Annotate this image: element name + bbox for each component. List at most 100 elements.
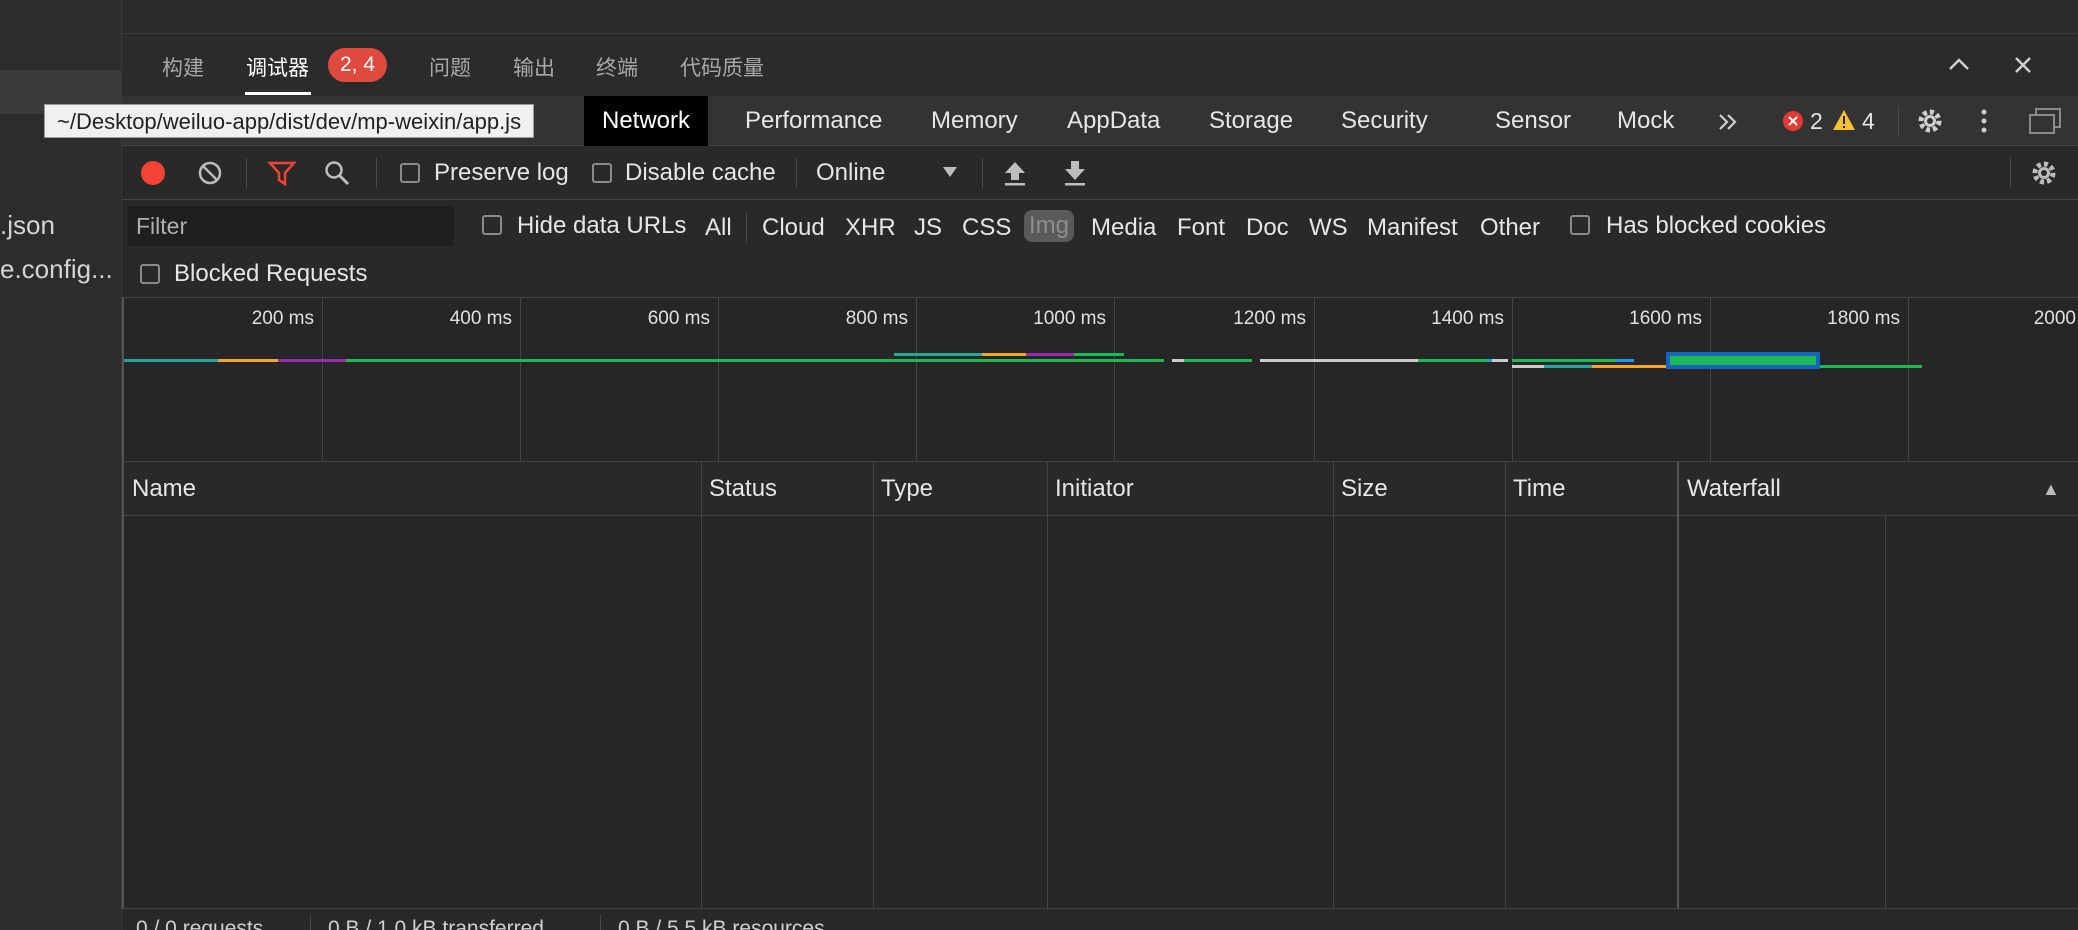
warning-icon[interactable] (1832, 109, 1856, 131)
filter-type-doc[interactable]: Doc (1246, 214, 1289, 242)
timeline-request-bars (124, 352, 1922, 369)
gear-icon[interactable] (1916, 107, 1944, 135)
filter-type-all[interactable]: All (705, 214, 732, 242)
has-blocked-cookies-checkbox[interactable] (1570, 215, 1590, 235)
column-header-waterfall[interactable]: Waterfall (1679, 462, 1781, 516)
tab-debugger[interactable]: 调试器 (246, 52, 309, 82)
timeline-tick-label: 600 ms (647, 308, 710, 329)
record-icon[interactable] (140, 160, 166, 186)
dropdown-arrow-icon[interactable] (942, 166, 958, 178)
column-header-status[interactable]: Status (701, 462, 777, 516)
resources-size: 0 B / 5.5 kB resources (618, 917, 825, 930)
timeline-gridline (718, 298, 719, 461)
column-header-time[interactable]: Time (1505, 462, 1565, 516)
tab-output[interactable]: 输出 (513, 52, 555, 82)
timeline-gridline (322, 298, 323, 461)
transferred-size: 0 B / 1.0 kB transferred (328, 917, 544, 930)
disable-cache-checkbox[interactable] (592, 163, 612, 183)
hide-data-urls-label[interactable]: Hide data URLs (517, 212, 686, 240)
timeline-tick-label: 2000 (2033, 308, 2076, 329)
divider (600, 915, 601, 930)
has-blocked-cookies-label[interactable]: Has blocked cookies (1606, 212, 1826, 240)
undock-icon[interactable] (2028, 107, 2062, 135)
kebab-menu-icon[interactable] (1978, 107, 1990, 135)
filter-type-img[interactable]: Img (1024, 210, 1075, 242)
chevron-up-icon[interactable] (1942, 48, 1976, 82)
bottom-panel-tabs: 构建 调试器 2, 4 问题 输出 终端 代码质量 (122, 34, 2078, 96)
timeline-tick-label: 800 ms (845, 308, 908, 329)
preserve-log-checkbox[interactable] (400, 163, 420, 183)
filter-bar: Hide data URLs All Cloud XHR JS CSS Img … (122, 200, 2078, 298)
tab-appdata[interactable]: AppData (1067, 96, 1160, 146)
file-tree-item[interactable]: e.config... (0, 254, 113, 285)
timeline-gridline (1114, 298, 1115, 461)
blocked-requests-checkbox[interactable] (140, 264, 160, 284)
timeline-tick-label: 200 ms (251, 308, 314, 329)
filter-type-ws[interactable]: WS (1309, 214, 1348, 242)
network-settings-icon[interactable] (2030, 159, 2058, 187)
clear-icon[interactable] (197, 160, 223, 186)
tab-network[interactable]: Network (584, 96, 709, 146)
tab-performance[interactable]: Performance (745, 96, 882, 146)
preserve-log-label[interactable]: Preserve log (434, 159, 569, 187)
divider (246, 158, 247, 188)
column-divider[interactable] (1505, 462, 1506, 908)
divider (376, 158, 377, 188)
timeline-tick-label: 1400 ms (1431, 308, 1504, 329)
column-divider[interactable] (1047, 462, 1048, 908)
file-tree-item[interactable]: .json (0, 210, 55, 241)
import-har-icon[interactable] (1004, 160, 1026, 186)
debugger-badge: 2, 4 (328, 48, 388, 82)
column-divider[interactable] (873, 462, 874, 908)
tab-build[interactable]: 构建 (162, 52, 204, 82)
filter-type-xhr[interactable]: XHR (845, 214, 896, 242)
error-icon[interactable] (1782, 110, 1804, 132)
column-header-type[interactable]: Type (873, 462, 933, 516)
sort-ascending-icon[interactable]: ▲ (2034, 462, 2060, 516)
filter-type-js[interactable]: JS (914, 214, 942, 242)
requests-table: Name Status Type Initiator Size Time Wat… (122, 462, 2078, 908)
column-header-initiator[interactable]: Initiator (1047, 462, 1134, 516)
filter-type-cloud[interactable]: Cloud (762, 214, 825, 242)
column-divider[interactable] (1677, 462, 1679, 908)
tab-code-quality[interactable]: 代码质量 (680, 52, 764, 82)
export-har-icon[interactable] (1064, 160, 1086, 186)
filter-input[interactable] (128, 206, 454, 246)
file-path-tooltip: ~/Desktop/weiluo-app/dist/dev/mp-weixin/… (44, 104, 535, 138)
blocked-requests-label[interactable]: Blocked Requests (174, 260, 367, 288)
tab-sensor[interactable]: Sensor (1495, 96, 1571, 146)
more-tabs-icon[interactable] (1716, 110, 1740, 134)
filter-type-css[interactable]: CSS (962, 214, 1011, 242)
column-header-size[interactable]: Size (1333, 462, 1388, 516)
divider (982, 158, 983, 188)
timeline-gridline (1908, 298, 1909, 461)
column-divider[interactable] (701, 462, 702, 908)
filter-type-font[interactable]: Font (1177, 214, 1225, 242)
tab-terminal[interactable]: 终端 (596, 52, 638, 82)
filter-type-media[interactable]: Media (1091, 214, 1156, 242)
tab-mock[interactable]: Mock (1617, 96, 1674, 146)
filter-type-manifest[interactable]: Manifest (1367, 214, 1458, 242)
search-icon[interactable] (324, 160, 350, 186)
throttling-select[interactable]: Online (816, 159, 885, 187)
request-count: 0 / 0 requests (136, 917, 264, 930)
filter-icon[interactable] (268, 160, 296, 186)
disable-cache-label[interactable]: Disable cache (625, 159, 776, 187)
divider (796, 158, 797, 188)
timeline-gridline (1314, 298, 1315, 461)
divider (1898, 106, 1899, 136)
column-divider[interactable] (1333, 462, 1334, 908)
timeline-overview[interactable]: 200 ms 400 ms 600 ms 800 ms 1000 ms 1200… (122, 298, 2078, 462)
column-header-name[interactable]: Name (124, 462, 196, 516)
tab-problems[interactable]: 问题 (429, 52, 471, 82)
tab-memory[interactable]: Memory (931, 96, 1018, 146)
tab-storage[interactable]: Storage (1209, 96, 1293, 146)
divider (746, 212, 747, 242)
close-icon[interactable] (2006, 48, 2040, 82)
filter-type-other[interactable]: Other (1480, 214, 1540, 242)
active-tab-underline (245, 92, 311, 95)
hide-data-urls-checkbox[interactable] (482, 215, 502, 235)
timeline-gridline (1512, 298, 1513, 461)
network-toolbar: Preserve log Disable cache Online (122, 146, 2078, 200)
tab-security[interactable]: Security (1341, 96, 1428, 146)
